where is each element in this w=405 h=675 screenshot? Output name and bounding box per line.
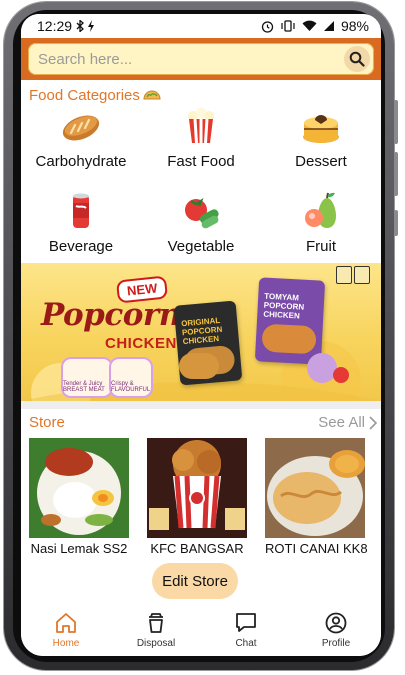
flash-icon (87, 20, 95, 32)
promo-banner[interactable]: NEW Popcorn CHICKEN Tender & Juicy BREAS… (21, 263, 381, 401)
category-fast-food[interactable]: Fast Food (141, 107, 261, 183)
store-heading: Store (29, 414, 65, 431)
chili-image (333, 367, 349, 383)
onion-image (307, 353, 337, 383)
app-screen: 12:29 98% Search here... Food Categories… (21, 14, 381, 656)
nav-home[interactable]: Home (21, 604, 111, 656)
nav-label: Profile (321, 638, 351, 649)
store-card-nasi-lemak[interactable]: Nasi Lemak SS2 (29, 438, 129, 556)
bluetooth-icon (76, 20, 85, 32)
nav-profile[interactable]: Profile (291, 604, 381, 656)
store-card-kfc[interactable]: KFC BANGSAR (147, 438, 247, 556)
popcorn-icon (188, 107, 214, 144)
home-icon (56, 613, 76, 633)
vegetable-icon (185, 198, 219, 229)
pack-label: ORIGINAL POPCORN CHICKEN (180, 315, 223, 347)
category-label: Fruit (306, 238, 336, 255)
store-image-kfc (147, 438, 247, 538)
power-button (394, 210, 398, 236)
cake-icon (303, 115, 339, 143)
category-vegetable[interactable]: Vegetable (141, 192, 261, 268)
battery-percent: 98% (340, 18, 369, 34)
food-categories-heading: Food Categories (29, 87, 161, 104)
chat-icon (236, 613, 256, 632)
search-box (28, 43, 374, 75)
nav-label: Home (52, 638, 80, 649)
search-header (21, 38, 381, 80)
vibrate-icon (280, 20, 296, 32)
pack-label: TOMYAM POPCORN CHICKEN (263, 291, 305, 321)
taco-icon (143, 87, 161, 104)
category-label: Fast Food (167, 153, 235, 170)
banner-chip-tender: Tender & Juicy BREAST MEAT (61, 357, 113, 398)
banner-pack-tomyam: TOMYAM POPCORN CHICKEN (254, 277, 326, 365)
search-input[interactable] (38, 49, 328, 69)
category-label: Vegetable (167, 238, 235, 255)
store-image-roti-canai (265, 438, 365, 538)
status-bar: 12:29 98% (21, 14, 381, 38)
signal-icon (323, 20, 335, 32)
store-name: KFC BANGSAR (150, 541, 244, 556)
profile-icon (325, 612, 347, 634)
alarm-icon (261, 20, 274, 33)
search-button[interactable] (344, 46, 370, 72)
volume-down-button (394, 152, 398, 196)
status-time: 12:29 (37, 18, 73, 34)
category-label: Beverage (48, 238, 114, 255)
see-all-link[interactable]: See All (318, 414, 377, 431)
popcorn-pieces-image (179, 353, 219, 379)
nav-chat[interactable]: Chat (201, 604, 291, 656)
volume-up-button (394, 100, 398, 144)
bottom-nav: Home Disposal Chat Profile (21, 604, 381, 656)
category-dessert[interactable]: Dessert (261, 107, 381, 183)
fruit-icon (305, 192, 336, 228)
category-beverage[interactable]: Beverage (21, 192, 141, 268)
store-name: Nasi Lemak SS2 (30, 541, 128, 556)
nav-label: Chat (235, 638, 257, 649)
banner-title: Popcorn (41, 297, 181, 333)
category-fruit[interactable]: Fruit (261, 192, 381, 268)
store-image-nasi-lemak (29, 438, 129, 538)
wifi-icon (302, 20, 317, 32)
store-name: ROTI CANAI KK8 (265, 541, 368, 556)
nav-label: Disposal (136, 638, 176, 649)
soda-can-icon (73, 193, 89, 228)
section-divider (21, 401, 381, 409)
category-carbohydrate[interactable]: Carbohydrate (21, 107, 141, 183)
nav-disposal[interactable]: Disposal (111, 604, 201, 656)
popcorn-chicken-image (261, 323, 317, 355)
banner-subtitle: CHICKEN (105, 335, 177, 352)
bread-icon (62, 115, 100, 141)
category-label: Dessert (295, 153, 347, 170)
edit-store-button[interactable]: Edit Store (152, 563, 238, 599)
chevron-right-icon (369, 415, 377, 430)
see-all-label: See All (318, 414, 365, 431)
spicy-badge-icon (354, 266, 370, 284)
search-icon (349, 51, 365, 67)
category-grid: Carbohydrate Fast Food Dessert Beverage … (21, 107, 381, 262)
store-card-roti-canai[interactable]: ROTI CANAI KK8 (265, 438, 368, 556)
disposal-cup-icon (149, 613, 163, 633)
banner-chip-crispy: Crispy & FLAVOURFUL (109, 357, 153, 398)
halal-badge-icon (336, 266, 352, 284)
food-categories-title: Food Categories (29, 87, 140, 104)
category-label: Carbohydrate (35, 153, 127, 170)
